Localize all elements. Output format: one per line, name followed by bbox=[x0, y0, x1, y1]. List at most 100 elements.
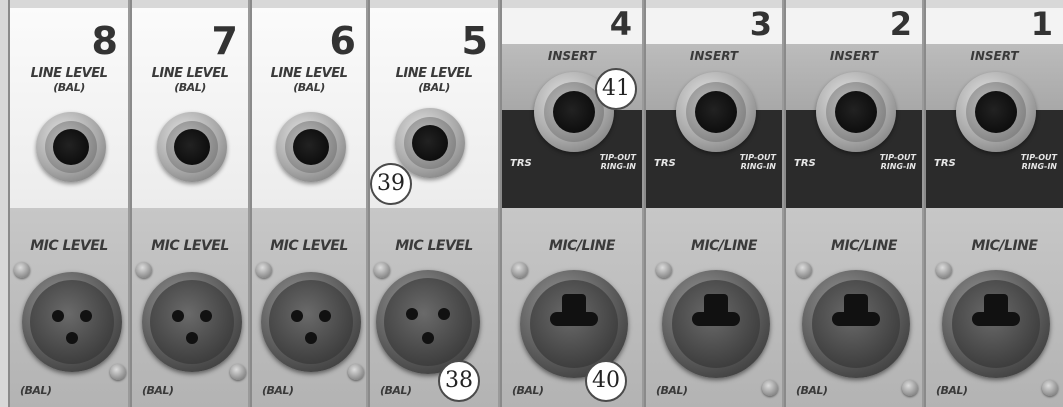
xlr-input-jack[interactable] bbox=[376, 270, 480, 374]
screw-icon bbox=[936, 262, 952, 278]
xlr-input-jack[interactable] bbox=[142, 272, 242, 372]
callout-combo-jack: 40 bbox=[585, 360, 627, 402]
channel-2: 2 INSERT TRS TIP-OUT RING-IN MIC/LINE (B… bbox=[784, 0, 924, 407]
tip-out-label: TIP-OUT bbox=[599, 153, 636, 162]
channel-number: 7 bbox=[211, 19, 238, 63]
balanced-label: (BAL) bbox=[936, 384, 968, 397]
screw-icon bbox=[256, 262, 272, 278]
line-level-label: LINE LEVEL bbox=[395, 66, 473, 81]
mic-level-label: MIC LEVEL bbox=[395, 238, 473, 254]
screw-icon bbox=[1042, 380, 1058, 396]
tip-out-label: TIP-OUT bbox=[1020, 153, 1057, 162]
channel-number: 8 bbox=[91, 19, 118, 63]
balanced-label: (BAL) bbox=[512, 384, 544, 397]
mic-line-label: MIC/LINE bbox=[691, 238, 757, 254]
insert-jack[interactable] bbox=[956, 72, 1036, 152]
line-input-section: 6 LINE LEVEL (BAL) bbox=[252, 8, 366, 208]
insert-label: INSERT bbox=[970, 49, 1019, 63]
line-level-label: LINE LEVEL bbox=[30, 66, 108, 81]
mic-input-section: MIC LEVEL (BAL) bbox=[132, 208, 248, 407]
screw-icon bbox=[14, 262, 30, 278]
callout-xlr-jack: 38 bbox=[438, 360, 480, 402]
channel-1: 1 INSERT TRS TIP-OUT RING-IN MIC/LINE (B… bbox=[924, 0, 1063, 407]
tip-out-label: TIP-OUT bbox=[739, 153, 776, 162]
ring-in-label: RING-IN bbox=[740, 162, 776, 171]
balanced-label: (BAL) bbox=[142, 384, 174, 397]
mic-line-section: MIC/LINE (BAL) bbox=[926, 208, 1063, 407]
channel-number-strip: 3 bbox=[646, 8, 782, 44]
line-input-jack[interactable] bbox=[276, 112, 346, 182]
callout-insert-jack: 41 bbox=[595, 68, 637, 110]
channel-number-strip: 2 bbox=[786, 8, 922, 44]
xlr-input-jack[interactable] bbox=[22, 272, 122, 372]
channel-8: 8 LINE LEVEL (BAL) MIC LEVEL (BAL) bbox=[8, 0, 130, 407]
screw-icon bbox=[230, 364, 246, 380]
balanced-label: (BAL) bbox=[20, 384, 52, 397]
tip-ring-label: TIP-OUT RING-IN bbox=[736, 153, 776, 171]
channel-6: 6 LINE LEVEL (BAL) MIC LEVEL (BAL) bbox=[250, 0, 368, 407]
tip-ring-label: TIP-OUT RING-IN bbox=[1017, 153, 1057, 171]
insert-label: INSERT bbox=[829, 49, 879, 63]
insert-jack[interactable] bbox=[676, 72, 756, 152]
combo-input-jack[interactable] bbox=[802, 270, 910, 378]
insert-label: INSERT bbox=[547, 49, 597, 63]
screw-icon bbox=[656, 262, 672, 278]
screw-icon bbox=[512, 262, 528, 278]
channel-number: 4 bbox=[609, 5, 632, 43]
balanced-label: (BAL) bbox=[262, 384, 294, 397]
channel-3: 3 INSERT TRS TIP-OUT RING-IN MIC/LINE (B… bbox=[644, 0, 784, 407]
line-input-jack[interactable] bbox=[395, 108, 465, 178]
channel-4: 4 INSERT TRS TIP-OUT RING-IN MIC/LINE (B… bbox=[500, 0, 644, 407]
trs-label: TRS bbox=[794, 158, 816, 169]
channel-number: 2 bbox=[889, 5, 912, 43]
channel-number: 3 bbox=[749, 5, 772, 43]
balanced-label: (BAL) bbox=[174, 81, 206, 94]
mic-line-section: MIC/LINE (BAL) bbox=[646, 208, 782, 407]
screw-icon bbox=[762, 380, 778, 396]
tip-ring-label: TIP-OUT RING-IN bbox=[596, 153, 636, 171]
insert-label: INSERT bbox=[689, 49, 739, 63]
ring-in-label: RING-IN bbox=[1021, 162, 1057, 171]
tip-ring-label: TIP-OUT RING-IN bbox=[876, 153, 916, 171]
mic-level-label: MIC LEVEL bbox=[30, 238, 108, 254]
screw-icon bbox=[348, 364, 364, 380]
trs-label: TRS bbox=[654, 158, 676, 169]
mixer-input-panel: 8 LINE LEVEL (BAL) MIC LEVEL (BAL) 7 LIN… bbox=[0, 0, 1063, 407]
mic-input-section: MIC LEVEL (BAL) bbox=[10, 208, 128, 407]
mic-line-section: MIC/LINE (BAL) bbox=[786, 208, 922, 407]
tip-out-label: TIP-OUT bbox=[879, 153, 916, 162]
screw-icon bbox=[374, 262, 390, 278]
line-input-jack[interactable] bbox=[36, 112, 106, 182]
combo-input-jack[interactable] bbox=[942, 270, 1050, 378]
channel-number-strip: 1 bbox=[926, 8, 1063, 44]
insert-jack[interactable] bbox=[816, 72, 896, 152]
mic-line-label: MIC/LINE bbox=[831, 238, 897, 254]
mic-level-label: MIC LEVEL bbox=[151, 238, 229, 254]
ring-in-label: RING-IN bbox=[600, 162, 636, 171]
balanced-label: (BAL) bbox=[656, 384, 688, 397]
balanced-label: (BAL) bbox=[796, 384, 828, 397]
ring-in-label: RING-IN bbox=[880, 162, 916, 171]
callout-line-jack: 39 bbox=[370, 163, 412, 205]
line-level-label: LINE LEVEL bbox=[270, 66, 348, 81]
mic-input-section: MIC LEVEL (BAL) bbox=[252, 208, 366, 407]
line-input-section: 8 LINE LEVEL (BAL) bbox=[10, 8, 128, 208]
xlr-input-jack[interactable] bbox=[261, 272, 361, 372]
channel-number-strip: 4 bbox=[502, 8, 642, 44]
screw-icon bbox=[110, 364, 126, 380]
combo-input-jack[interactable] bbox=[662, 270, 770, 378]
balanced-label: (BAL) bbox=[418, 81, 450, 94]
mic-line-label: MIC/LINE bbox=[549, 238, 615, 254]
channel-number: 6 bbox=[329, 19, 356, 63]
balanced-label: (BAL) bbox=[380, 384, 412, 397]
mic-line-label: MIC/LINE bbox=[971, 238, 1038, 254]
screw-icon bbox=[796, 262, 812, 278]
channel-number: 1 bbox=[1030, 5, 1053, 43]
trs-label: TRS bbox=[510, 158, 532, 169]
trs-label: TRS bbox=[934, 158, 956, 169]
channel-number: 5 bbox=[461, 19, 488, 63]
balanced-label: (BAL) bbox=[293, 81, 325, 94]
channel-7: 7 LINE LEVEL (BAL) MIC LEVEL (BAL) bbox=[130, 0, 250, 407]
line-input-jack[interactable] bbox=[157, 112, 227, 182]
line-input-section: 7 LINE LEVEL (BAL) bbox=[132, 8, 248, 208]
